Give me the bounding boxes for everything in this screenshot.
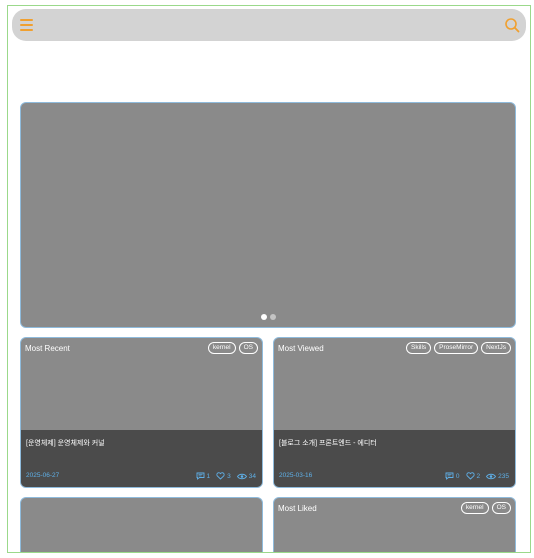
post-title[interactable]: [운영체제] 운영체제와 커널 [26, 438, 105, 448]
card-category-label: Most Viewed [278, 344, 324, 353]
tag-list: kernel OS [460, 502, 511, 514]
post-card-most-recent[interactable]: Most Recent kernel OS [운영체제] 운영체제와 커널 20… [20, 337, 263, 488]
tag-chip[interactable]: ProseMirror [434, 342, 479, 354]
top-navigation-bar [12, 9, 526, 41]
carousel-dot-2[interactable] [270, 314, 276, 320]
search-icon[interactable] [504, 17, 520, 33]
tag-chip[interactable]: OS [238, 342, 258, 354]
like-count: 3 [227, 472, 231, 480]
view-count: 34 [248, 472, 256, 480]
post-stats: 1 3 34 [193, 472, 256, 480]
tag-chip[interactable]: kernel [207, 342, 236, 354]
tag-list: Skills ProseMirror NextJs [406, 342, 511, 354]
post-card-most-liked[interactable]: Most Liked kernel OS [273, 497, 516, 552]
eye-icon [236, 473, 247, 479]
like-count: 2 [476, 472, 481, 480]
view-count: 235 [498, 472, 509, 480]
carousel-dot-1[interactable] [261, 314, 267, 320]
hero-carousel[interactable] [20, 102, 516, 328]
card-info-panel: [운영체제] 운영체제와 커널 2025-06-27 1 3 34 [21, 430, 262, 487]
card-category-label: Most Liked [278, 504, 317, 513]
card-info-panel: [블로그 소개] 프론트엔드 - 에디터 2025-03-16 0 2 235 [274, 430, 515, 487]
tag-chip[interactable]: OS [491, 502, 511, 514]
post-date: 2025-06-27 [26, 472, 60, 479]
tag-chip[interactable]: kernel [460, 502, 489, 514]
post-card[interactable] [20, 497, 263, 552]
page-frame: Most Recent kernel OS [운영체제] 운영체제와 커널 20… [7, 5, 531, 553]
post-stats: 0 2 235 [442, 472, 509, 480]
carousel-indicators [261, 314, 276, 320]
heart-icon[interactable] [465, 472, 475, 480]
comment-count: 1 [206, 472, 211, 480]
heart-icon[interactable] [216, 472, 225, 480]
post-card-most-viewed[interactable]: Most Viewed Skills ProseMirror NextJs [블… [273, 337, 516, 488]
comment-icon [196, 472, 204, 480]
post-date: 2025-03-16 [279, 472, 313, 479]
tag-chip[interactable]: Skills [406, 342, 432, 354]
comment-count: 0 [455, 472, 460, 480]
card-category-label: Most Recent [25, 344, 70, 353]
hamburger-menu-icon[interactable] [20, 19, 33, 31]
tag-chip[interactable]: NextJs [481, 342, 511, 354]
comment-icon [445, 472, 454, 480]
tag-list: kernel OS [207, 342, 258, 354]
post-title[interactable]: [블로그 소개] 프론트엔드 - 에디터 [279, 438, 377, 448]
eye-icon [486, 473, 497, 479]
